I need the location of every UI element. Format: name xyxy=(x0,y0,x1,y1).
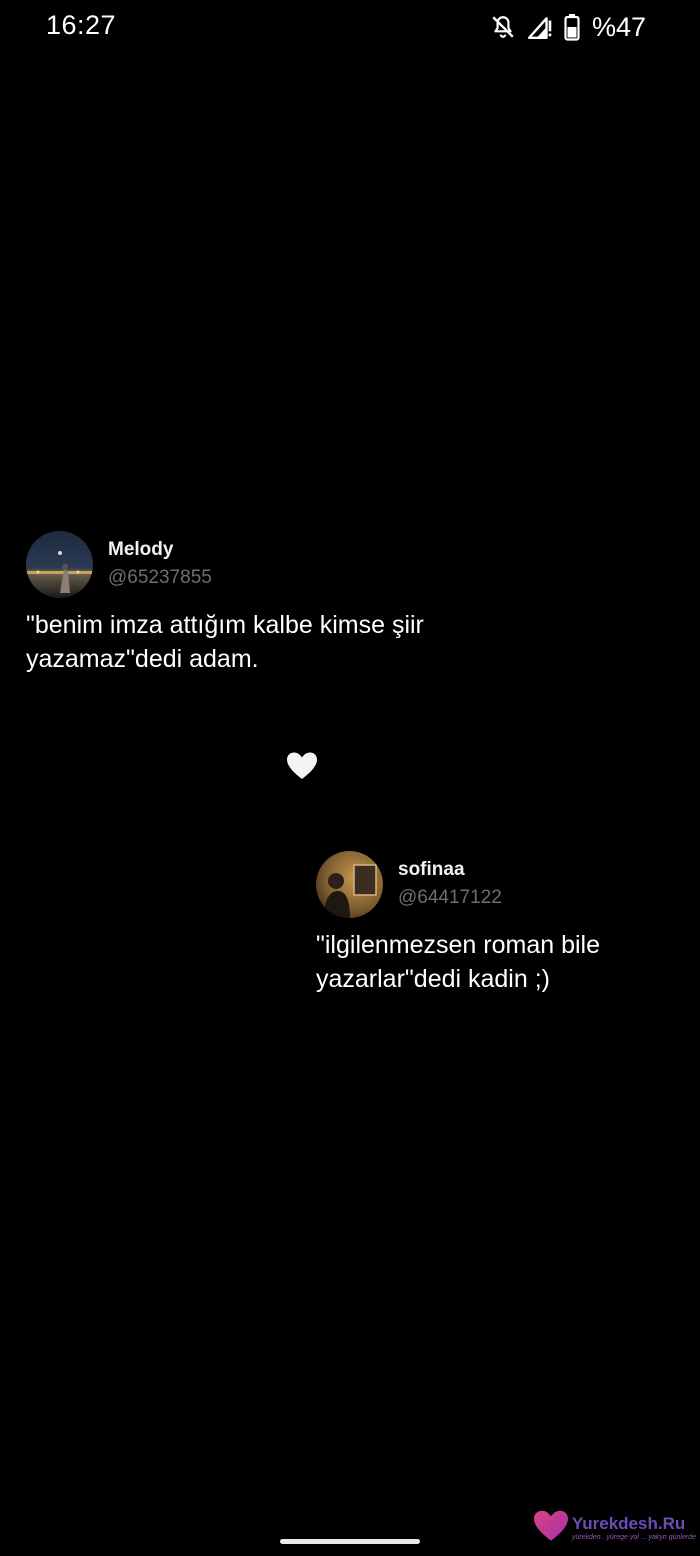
tweet-header: sofinaa @64417122 xyxy=(316,851,686,918)
username[interactable]: Melody xyxy=(108,540,212,560)
tweet-card: Melody @65237855 "benim imza attığım kal… xyxy=(26,531,586,676)
battery-icon xyxy=(564,13,580,41)
watermark-tagline: yürekden.. yürege yol ... yakyn günlerde xyxy=(571,1534,696,1541)
status-bar: 16:27 %47 xyxy=(0,0,700,56)
tweet-card: sofinaa @64417122 "ilgilenmezsen roman b… xyxy=(316,851,686,996)
watermark-text: Yurekdesh.Ru yürekden.. yürege yol ... y… xyxy=(572,1515,696,1542)
tweet-text: "benim imza attığım kalbe kimse şiir yaz… xyxy=(26,611,424,673)
user-meta: Melody @65237855 xyxy=(108,531,212,588)
avatar[interactable] xyxy=(26,531,93,598)
signal-no-data-icon xyxy=(526,14,554,40)
tweet-header: Melody @65237855 xyxy=(26,531,586,598)
notifications-off-icon xyxy=(490,14,516,40)
tweet-text: "ilgilenmezsen roman bile yazarlar"dedi … xyxy=(316,931,601,993)
avatar[interactable] xyxy=(316,851,383,918)
status-icons: %47 xyxy=(490,12,646,42)
username[interactable]: sofinaa xyxy=(398,860,502,880)
battery-percentage: %47 xyxy=(591,11,646,42)
white-heart-icon xyxy=(286,751,318,781)
user-handle[interactable]: @65237855 xyxy=(108,568,212,588)
watermark-brand: Yurekdesh.Ru xyxy=(571,1514,686,1533)
watermark: Yurekdesh.Ru yürekden.. yürege yol ... y… xyxy=(532,1509,696,1548)
user-handle[interactable]: @64417122 xyxy=(398,888,502,908)
heart-logo-icon xyxy=(532,1509,570,1548)
status-time: 16:27 xyxy=(46,10,117,40)
user-meta: sofinaa @64417122 xyxy=(398,851,502,908)
home-indicator[interactable] xyxy=(280,1539,420,1544)
